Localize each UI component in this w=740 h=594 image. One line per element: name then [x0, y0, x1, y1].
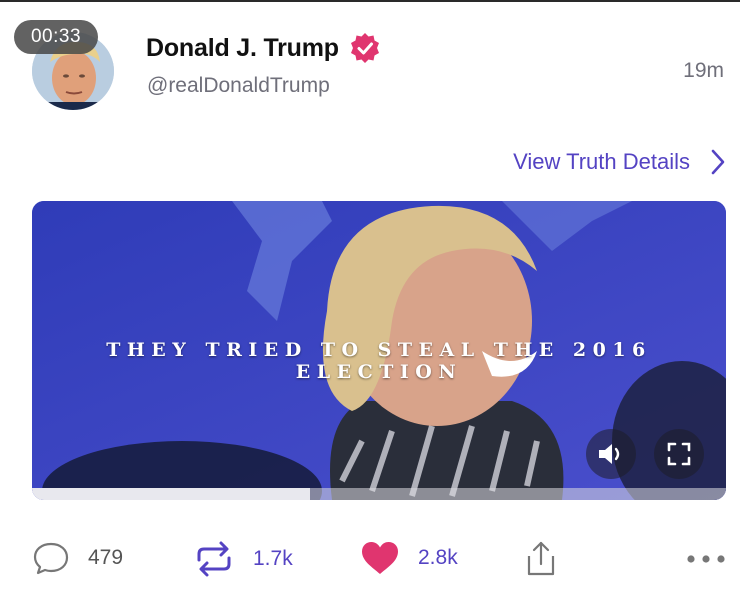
volume-icon [599, 444, 620, 464]
like-count: 2.8k [418, 546, 458, 569]
view-details-link[interactable]: View Truth Details [513, 148, 726, 176]
author-name[interactable]: Donald J. Trump [146, 34, 339, 63]
repost-icon [197, 541, 231, 577]
repost-count: 1.7k [253, 547, 293, 570]
heart-icon [362, 542, 398, 574]
video-progress-bar[interactable] [32, 488, 726, 500]
post-card: 00:33 Donald J. Trump @realDonaldTrump 1… [0, 0, 740, 594]
volume-button[interactable] [586, 429, 636, 479]
view-details-label: View Truth Details [513, 149, 690, 174]
author-row: Donald J. Trump [146, 32, 381, 64]
chevron-right-icon [711, 149, 725, 175]
video-timer: 00:33 [14, 20, 98, 54]
reply-button[interactable]: 479 [32, 540, 123, 576]
author-handle[interactable]: @realDonaldTrump [147, 74, 330, 98]
action-bar: 479 1.7k 2.8k [0, 540, 740, 592]
fullscreen-icon [667, 442, 691, 466]
like-button[interactable]: 2.8k [360, 540, 458, 576]
video-caption: THEY TRIED TO STEAL THE 2016 ELECTION [106, 339, 652, 383]
reply-icon [33, 542, 69, 575]
video-progress-fill [32, 488, 310, 500]
share-button[interactable] [524, 540, 558, 578]
more-options-button[interactable] [686, 554, 726, 564]
more-icon [687, 555, 725, 563]
video-player[interactable]: THEY TRIED TO STEAL THE 2016 ELECTION [32, 201, 726, 500]
reply-count: 479 [88, 546, 124, 569]
verified-badge-icon [350, 33, 379, 63]
fullscreen-button[interactable] [654, 429, 704, 479]
post-time: 19m [683, 59, 724, 82]
share-icon [527, 541, 555, 576]
repost-button[interactable]: 1.7k [193, 540, 293, 578]
